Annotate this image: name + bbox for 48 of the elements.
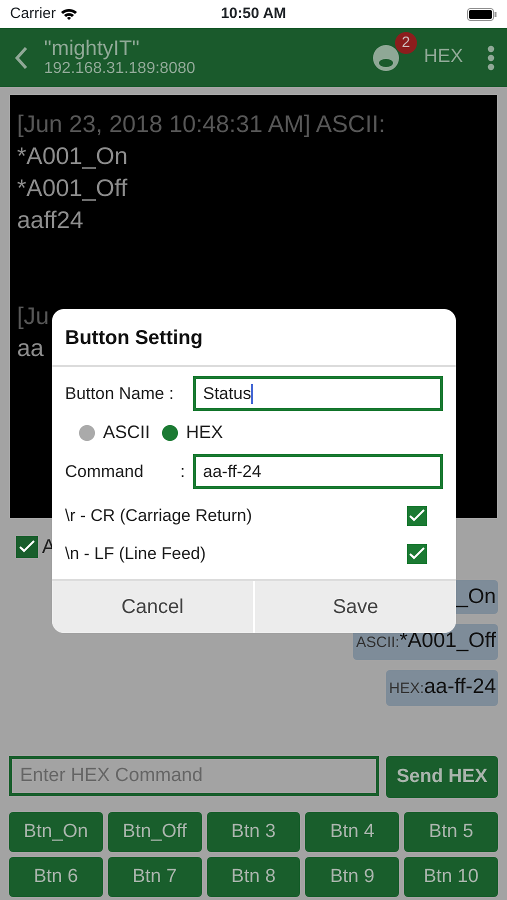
notification-badge: 2 <box>394 32 417 54</box>
option-label: \n - LF (Line Feed) <box>65 543 206 566</box>
colon-label: : <box>180 460 185 483</box>
dialog-button[interactable]: Cancel <box>52 581 253 633</box>
radio-label: HEX <box>186 421 224 444</box>
log-line: aaff24 <box>17 206 84 236</box>
message-bubble: _On <box>453 580 498 614</box>
checkbox[interactable] <box>16 536 38 558</box>
quick-button[interactable]: Btn 5 <box>404 812 498 852</box>
back-icon[interactable] <box>14 46 28 70</box>
name-field[interactable]: Status <box>193 376 443 411</box>
command-field[interactable]: aa-ff-24 <box>193 454 443 489</box>
quick-button[interactable]: Btn 6 <box>9 857 103 897</box>
quick-button[interactable]: Btn_Off <box>108 812 202 852</box>
log-line: aa <box>17 334 44 364</box>
message-bubble: HEX:aa-ff-24 <box>386 670 498 706</box>
quick-button[interactable]: Btn 3 <box>206 812 300 852</box>
time-label: 10:50 AM <box>220 4 288 24</box>
send-button[interactable]: Send HEX <box>386 756 498 798</box>
checkbox[interactable] <box>407 506 427 526</box>
field-label: Command <box>65 460 144 483</box>
battery-icon <box>467 8 497 20</box>
mode-button[interactable]: HEX <box>424 43 463 72</box>
radio-button[interactable] <box>79 424 95 440</box>
profile-icon[interactable] <box>372 44 400 72</box>
option-label: \r - CR (Carriage Return) <box>65 505 252 528</box>
device-name: "mightyIT" <box>44 37 140 60</box>
quick-button[interactable]: Btn 10 <box>404 857 498 897</box>
checkbox[interactable] <box>407 544 427 564</box>
dialog-title: Button Setting <box>52 309 456 367</box>
quick-button[interactable]: Btn 4 <box>305 812 400 852</box>
log-line: *A001_Off <box>17 174 128 204</box>
field-label: Button Name : <box>65 382 175 405</box>
quick-button[interactable]: Btn 9 <box>305 857 400 897</box>
radio-button[interactable] <box>162 424 178 440</box>
more-icon[interactable] <box>487 44 495 70</box>
radio-label: ASCII <box>103 421 150 444</box>
log-timestamp: [Jun 23, 2018 10:48:31 AM] ASCII: <box>17 110 386 140</box>
quick-button[interactable]: Btn 7 <box>108 857 202 897</box>
carrier-label: Carrier <box>10 4 56 24</box>
quick-button[interactable]: Btn 8 <box>206 857 300 897</box>
dialog-button[interactable]: Save <box>253 581 456 633</box>
wifi-icon <box>60 7 78 21</box>
device-address: 192.168.31.189:8080 <box>44 60 196 78</box>
command-input[interactable]: Enter HEX Command <box>9 756 379 796</box>
log-line: *A001_On <box>17 142 128 172</box>
quick-button[interactable]: Btn_On <box>9 812 103 852</box>
log-timestamp: [Ju <box>17 302 50 332</box>
